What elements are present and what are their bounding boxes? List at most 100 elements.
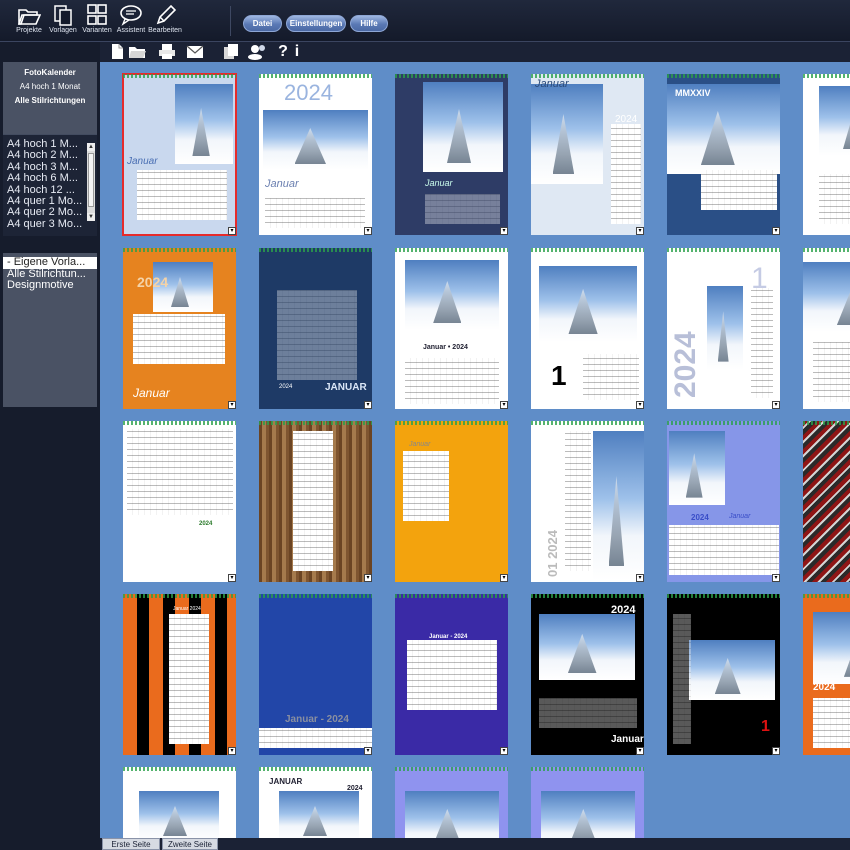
bearbeiten-button[interactable]: Bearbeiten: [148, 4, 182, 40]
card-corner-icon[interactable]: ▾: [500, 747, 508, 755]
card-corner-icon[interactable]: ▾: [364, 574, 372, 582]
tab-erste-seite[interactable]: Erste Seite: [102, 838, 160, 850]
calendar-template-card[interactable]: Januar ▾: [395, 74, 508, 235]
scrollbar-thumb[interactable]: [88, 153, 94, 207]
calendar-template-card[interactable]: ▾: [803, 74, 850, 235]
left-panel: FotoKalender A4 hoch 1 Monat Alle Stilri…: [0, 42, 100, 850]
winter-photo: [175, 84, 233, 164]
calendar-template-card[interactable]: ▾: [803, 248, 850, 409]
category-style[interactable]: Alle Stilrichtungen: [3, 94, 97, 108]
calendar-template-card[interactable]: Januar 2024 ▾: [123, 594, 236, 755]
calendar-template-card[interactable]: MMXXIV ▾: [667, 74, 780, 235]
card-corner-icon[interactable]: ▾: [636, 401, 644, 409]
card-text: 1: [761, 718, 770, 735]
calendar-template-card[interactable]: 1 ▾: [667, 594, 780, 755]
card-text: 2024: [669, 331, 702, 398]
calendar-template-card[interactable]: 2024▾: [123, 421, 236, 582]
style-item-designmotive[interactable]: Designmotive: [3, 280, 97, 292]
format-list-scrollbar[interactable]: ▲ ▼: [87, 143, 95, 221]
grid-icon: [87, 4, 107, 25]
calendar-template-card[interactable]: [531, 767, 644, 838]
calendar-template-card[interactable]: 2024 1 ▾: [667, 248, 780, 409]
card-corner-icon[interactable]: ▾: [772, 574, 780, 582]
calendar-template-card[interactable]: [123, 767, 236, 838]
calendar-template-card[interactable]: 2024 Januar ▾: [667, 421, 780, 582]
style-item-all[interactable]: Alle Stilrichtun...: [3, 269, 97, 281]
binding-rings: [667, 74, 780, 78]
winter-photo: [139, 791, 219, 838]
format-item[interactable]: A4 quer 3 Mo...: [3, 219, 85, 230]
card-corner-icon[interactable]: ▾: [636, 574, 644, 582]
calendar-template-card[interactable]: ▾: [259, 421, 372, 582]
calendar-template-card[interactable]: 1 ▾: [531, 248, 644, 409]
toolbar-divider: [230, 6, 231, 36]
open-folder-icon[interactable]: [128, 43, 146, 60]
email-icon[interactable]: [186, 43, 204, 60]
menu-hilfe[interactable]: Hilfe: [350, 15, 388, 32]
calendar-template-card[interactable]: 2024▾: [803, 594, 850, 755]
card-corner-icon[interactable]: ▾: [228, 401, 236, 409]
calendar-template-card[interactable]: [395, 767, 508, 838]
card-corner-icon[interactable]: ▾: [636, 227, 644, 235]
templates-icon: [54, 5, 72, 26]
calendar-template-card[interactable]: 2024 Januar ▾: [123, 248, 236, 409]
card-text: Januar: [611, 734, 644, 745]
card-text: Januar 2024: [173, 606, 201, 612]
format-item[interactable]: A4 hoch 3 M...: [3, 162, 85, 173]
menu-datei[interactable]: Datei: [243, 15, 282, 32]
calendar-template-card[interactable]: Januar ▾: [122, 73, 237, 236]
new-document-icon[interactable]: [108, 43, 126, 60]
app-window: { "toolbar": { "tools": [ {"label": "Pro…: [0, 0, 850, 850]
style-list[interactable]: - Eigene Vorla... Alle Stilrichtun... De…: [3, 253, 97, 407]
format-item[interactable]: A4 quer 2 Mo...: [3, 207, 85, 218]
card-corner-icon[interactable]: ▾: [228, 574, 236, 582]
calendar-template-card[interactable]: Januar • 2024 ▾: [395, 248, 508, 409]
calendar-grid: [425, 194, 500, 224]
calendar-grid: [293, 431, 333, 571]
calendar-template-card[interactable]: Januar - 2024 ▾: [259, 594, 372, 755]
binding-rings: [667, 248, 780, 252]
calendar-template-card[interactable]: 2024 Januar ▾: [259, 74, 372, 235]
format-item[interactable]: A4 hoch 1 M...: [3, 139, 85, 150]
scroll-down-icon[interactable]: ▼: [87, 213, 95, 221]
calendar-template-card[interactable]: Januar 2024 ▾: [531, 74, 644, 235]
card-corner-icon[interactable]: ▾: [772, 747, 780, 755]
menu-einstellungen[interactable]: Einstellungen: [286, 15, 346, 32]
format-item[interactable]: A4 hoch 6 M...: [3, 173, 85, 184]
card-corner-icon[interactable]: ▾: [364, 747, 372, 755]
print-icon[interactable]: [158, 43, 176, 60]
card-corner-icon[interactable]: ▾: [772, 227, 780, 235]
card-corner-icon[interactable]: ▾: [500, 227, 508, 235]
calendar-template-card[interactable]: Januar ▾: [395, 421, 508, 582]
card-corner-icon[interactable]: ▾: [636, 747, 644, 755]
calendar-template-card[interactable]: ▾: [803, 421, 850, 582]
calendar-template-card[interactable]: 2024 JANUAR ▾: [259, 248, 372, 409]
card-corner-icon[interactable]: ▾: [364, 401, 372, 409]
format-item[interactable]: A4 quer 1 Mo...: [3, 196, 85, 207]
users-icon[interactable]: [246, 43, 270, 60]
info-icon[interactable]: i: [288, 43, 306, 60]
scroll-up-icon[interactable]: ▲: [87, 143, 95, 151]
card-corner-icon[interactable]: ▾: [364, 227, 372, 235]
format-list[interactable]: A4 hoch 1 M... A4 hoch 2 M... A4 hoch 3 …: [3, 134, 97, 236]
category-format[interactable]: A4 hoch 1 Monat: [3, 80, 97, 94]
calendar-grid: [137, 170, 227, 220]
winter-photo: [593, 431, 644, 581]
tab-zweite-seite[interactable]: Zweite Seite: [162, 838, 218, 850]
card-corner-icon[interactable]: ▾: [500, 401, 508, 409]
card-corner-icon[interactable]: ▾: [500, 574, 508, 582]
card-corner-icon[interactable]: ▾: [228, 227, 236, 235]
card-corner-icon[interactable]: ▾: [228, 747, 236, 755]
calendar-template-card[interactable]: 2024 Januar ▾: [531, 594, 644, 755]
calendar-template-card[interactable]: Januar - 2024 ▾: [395, 594, 508, 755]
category-title[interactable]: FotoKalender: [3, 66, 97, 80]
winter-photo: [263, 110, 368, 170]
card-corner-icon[interactable]: ▾: [772, 401, 780, 409]
format-item[interactable]: A4 hoch 12 ...: [3, 185, 85, 196]
style-item-own[interactable]: - Eigene Vorla...: [3, 257, 97, 269]
calendar-grid: [133, 314, 225, 364]
format-item[interactable]: A4 hoch 2 M...: [3, 150, 85, 161]
copy-icon[interactable]: [222, 43, 240, 60]
calendar-template-card[interactable]: JANUAR 2024: [259, 767, 372, 838]
calendar-template-card[interactable]: 01 2024 ▾: [531, 421, 644, 582]
